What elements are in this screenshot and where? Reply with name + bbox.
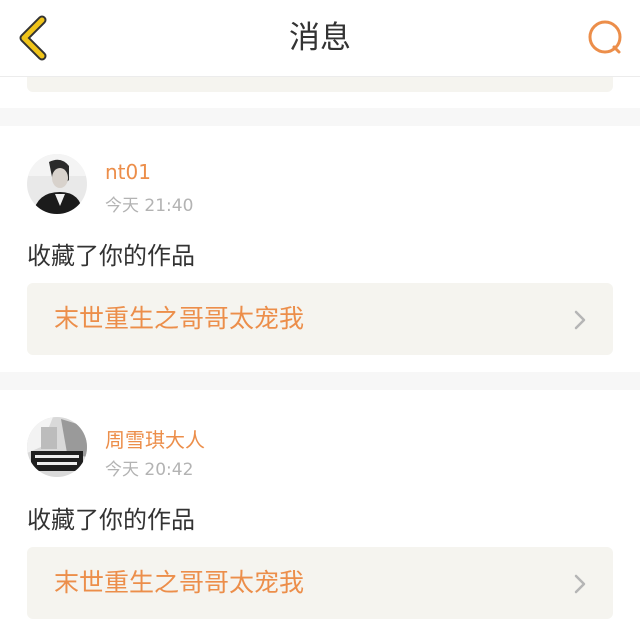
search-button[interactable] xyxy=(586,18,626,58)
avatar[interactable] xyxy=(27,154,87,214)
work-title: 末世重生之哥哥太宠我 xyxy=(54,568,305,597)
avatar-image xyxy=(27,154,87,214)
username[interactable]: nt01 xyxy=(105,160,151,184)
work-link[interactable]: 末世重生之哥哥太宠我 xyxy=(27,283,613,355)
work-link[interactable]: 末世重生之哥哥太宠我 xyxy=(27,547,613,619)
search-icon xyxy=(588,20,622,54)
avatar-image xyxy=(27,417,87,477)
work-title: 末世重生之哥哥太宠我 xyxy=(54,304,305,333)
action-text: 收藏了你的作品 xyxy=(27,506,195,534)
chevron-right-icon xyxy=(574,574,586,594)
chevron-right-icon xyxy=(574,310,586,330)
message-card: 周雪琪大人 今天 20:42 收藏了你的作品 末世重生之哥哥太宠我 xyxy=(0,390,640,630)
avatar[interactable] xyxy=(27,417,87,477)
action-text: 收藏了你的作品 xyxy=(27,242,195,270)
page-title: 消息 xyxy=(289,20,351,56)
username[interactable]: 周雪琪大人 xyxy=(105,424,205,453)
message-card: nt01 今天 21:40 收藏了你的作品 末世重生之哥哥太宠我 xyxy=(0,126,640,372)
timestamp: 今天 21:40 xyxy=(105,196,194,216)
top-bar: 消息 xyxy=(0,0,640,77)
timestamp: 今天 20:42 xyxy=(105,460,194,480)
